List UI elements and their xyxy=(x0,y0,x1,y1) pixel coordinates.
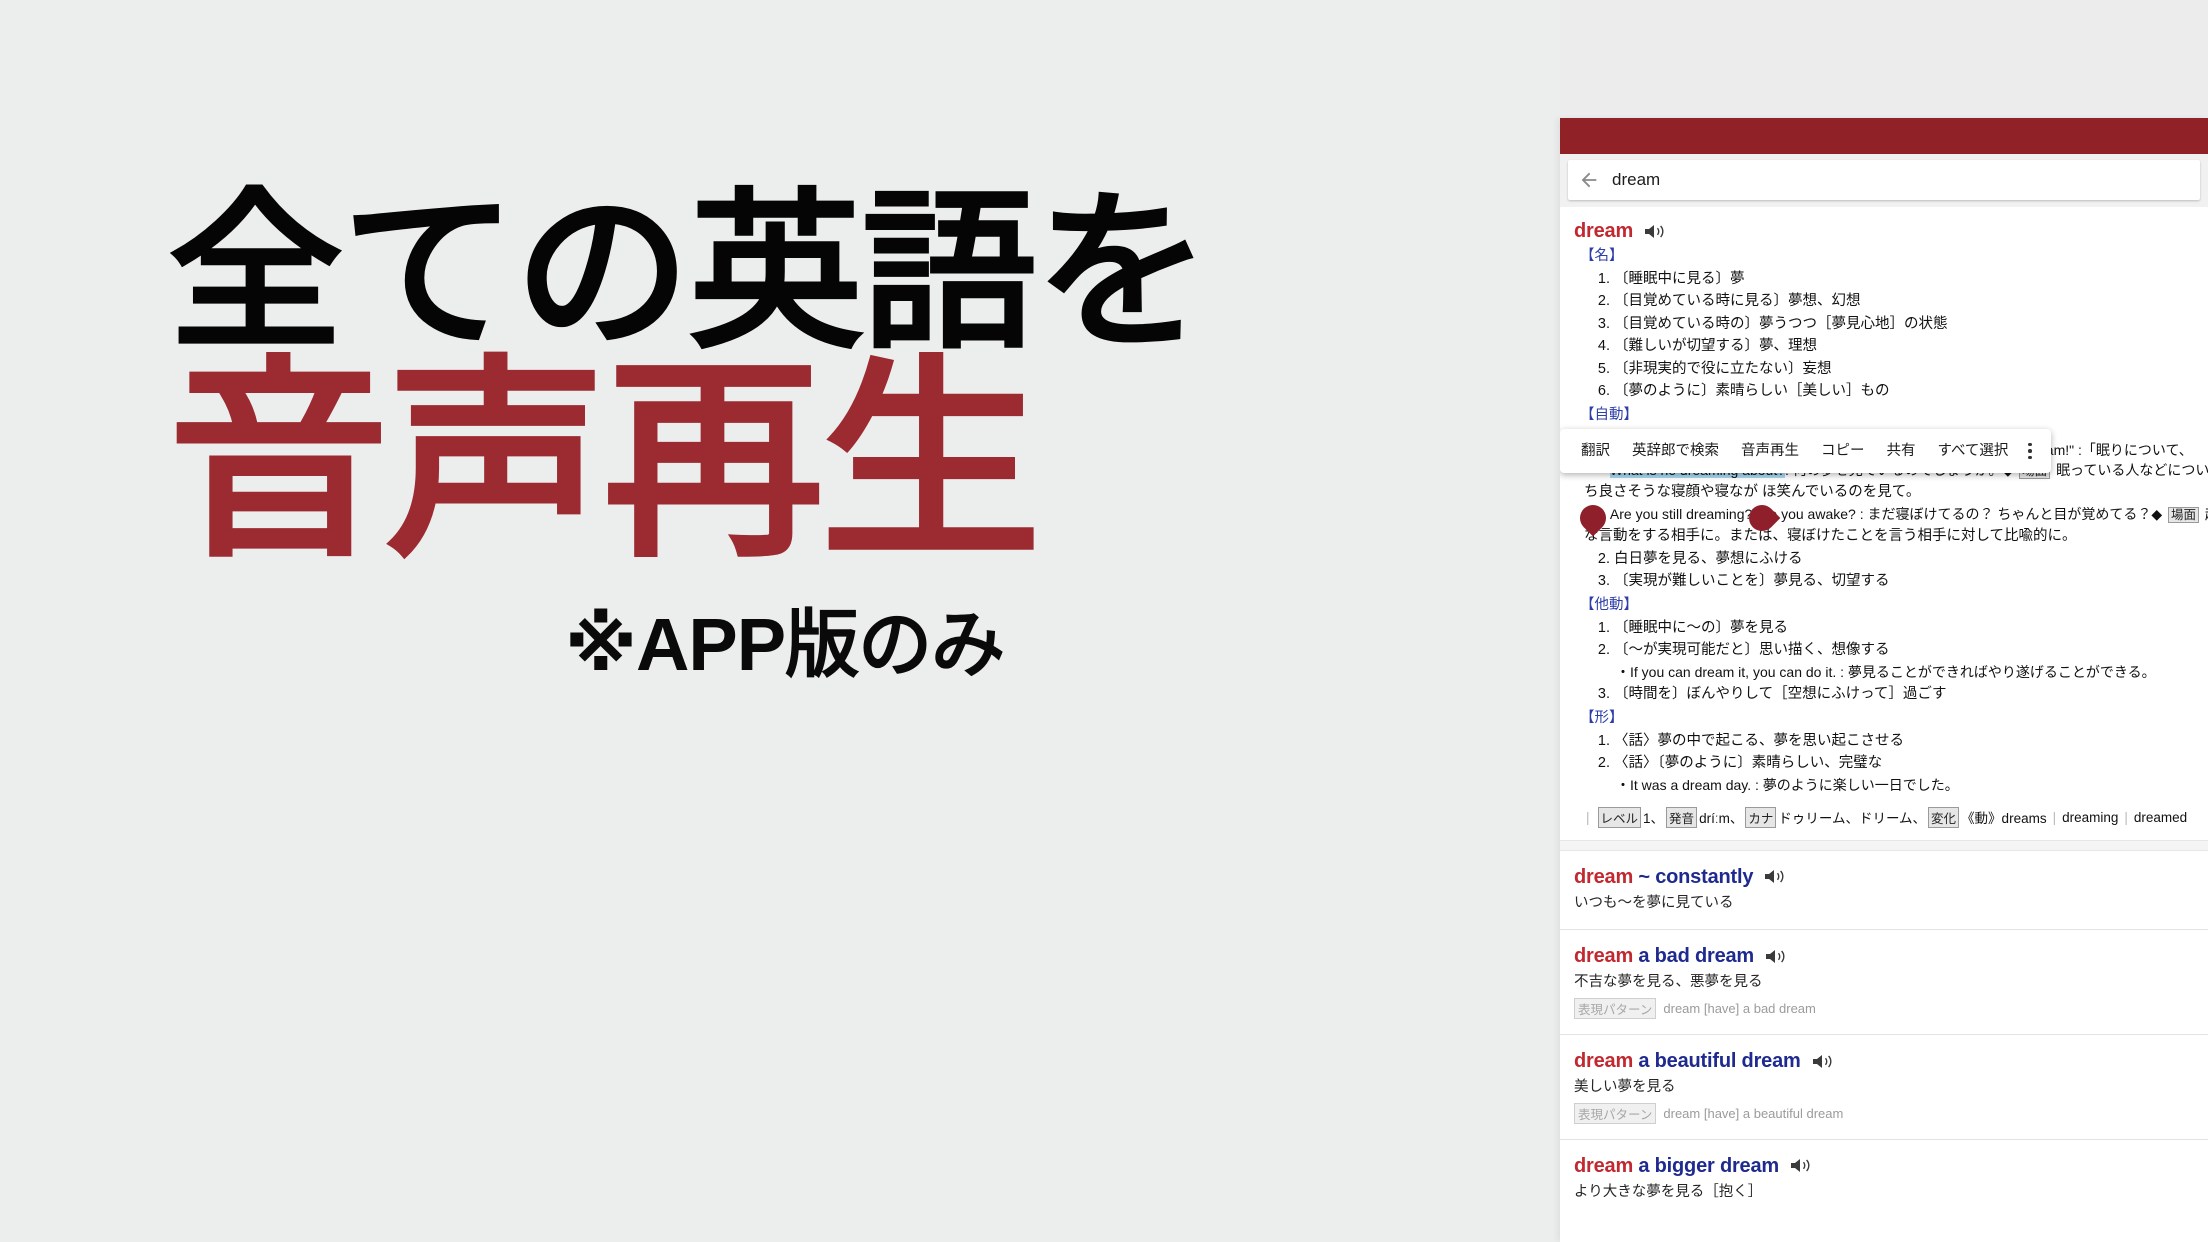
list-item: 〈話〉〔夢のように〕素晴らしい、完璧な ・It was a dream day.… xyxy=(1614,752,2194,796)
sense-text: 〔〜が実現可能だと〕思い描く、想像する xyxy=(1614,642,1890,659)
list-item: 〔時間を〕ぼんやりして［空想にふけって］過ごす xyxy=(1614,683,2194,705)
adjective-sense-list: 〈話〉夢の中で起こる、夢を思い起こさせる 〈話〉〔夢のように〕素晴らしい、完璧な… xyxy=(1592,730,2194,797)
headword-text[interactable]: dream xyxy=(1574,221,1633,241)
sub-headword-row: dream a beautiful dream xyxy=(1574,1051,2194,1071)
list-item: 〔夢のように〕素晴らしい［美しい］もの xyxy=(1614,380,2194,402)
sub-entry-translation: より大きな夢を見る［抱く］ xyxy=(1574,1183,1763,1200)
pronunciation-tag: 発音 xyxy=(1666,806,1698,828)
example-line-1-continuation: ち良さそうな寝顔や寝なが ほ笑んでいるのを見て。 xyxy=(1584,484,1921,501)
list-item[interactable]: dream a bigger dream より大きな夢を見る［抱く］ xyxy=(1560,1140,2208,1219)
intransitive-sense-list: 白日夢を見る、夢想にふける 〔実現が難しいことを〕夢見る、切望する xyxy=(1592,548,2194,593)
pos-transitive-label: 【他動】 xyxy=(1580,596,1638,613)
more-vertical-icon[interactable] xyxy=(2019,442,2045,460)
sub-entry-translation: 不吉な夢を見る、悪夢を見る xyxy=(1574,974,1763,991)
level-pronunciation-line: | レベル 1、 発音 dríːm、 カナ ドゥリーム、ドリーム、 変化 《動》… xyxy=(1580,806,2188,828)
sub-headword-row: dream a bad dream xyxy=(1574,946,2194,966)
back-arrow-icon[interactable] xyxy=(1578,169,1600,191)
list-item: 白日夢を見る、夢想にふける xyxy=(1614,548,2194,570)
context-menu-item-play-audio[interactable]: 音声再生 xyxy=(1730,444,1810,459)
situation-tag: 場面 xyxy=(2168,506,2200,523)
promo-panel: 全ての英語を 音声再生 ※APP版のみ xyxy=(0,0,1560,1242)
expression-pattern-tag: 表現パターン xyxy=(1574,1102,1657,1124)
section-divider xyxy=(1560,839,2208,851)
speaker-icon[interactable] xyxy=(1812,1054,1836,1069)
pos-intransitive-label: 【自動】 xyxy=(1580,406,1638,423)
example-line-2-continuation: な言動をする相手に。または、寝ぼけたことを言う相手に対して比喩的に。 xyxy=(1584,528,2077,545)
list-item: 〔非現実的で役に立たない〕妄想 xyxy=(1614,358,2194,380)
headword-text[interactable]: dream ~ constantly xyxy=(1574,867,1753,887)
promo-headline-line1: 全ての英語を xyxy=(168,177,1210,369)
status-bar xyxy=(1560,118,2208,154)
pronunciation-value: dríːm、 xyxy=(1699,811,1744,827)
inflection-value: 《動》dreams xyxy=(1961,811,2047,827)
list-item: 〔〜が実現可能だと〕思い描く、想像する ・If you can dream it… xyxy=(1614,639,2194,683)
headword-text[interactable]: dream a bad dream xyxy=(1574,946,1754,966)
kana-value: ドゥリーム、ドリーム、 xyxy=(1778,811,1927,827)
expression-pattern-tag: 表現パターン xyxy=(1574,998,1657,1020)
inflection-value-2: dreaming xyxy=(2062,809,2119,825)
expression-pattern-row: 表現パターン dream [have] a beautiful dream xyxy=(1574,1102,2194,1124)
search-bar-container: dream xyxy=(1560,154,2208,207)
dictionary-app-panel: dream dream 【名】 〔睡眠中に見る〕夢 〔目覚めている時に見る〕夢想… xyxy=(1560,118,2208,1242)
pos-adjective-label: 【形】 xyxy=(1580,709,1624,726)
headword-text[interactable]: dream a beautiful dream xyxy=(1574,1051,1801,1071)
noun-sense-list: 〔睡眠中に見る〕夢 〔目覚めている時に見る〕夢想、幻想 〔目覚めている時の〕夢う… xyxy=(1592,268,2194,403)
pos-noun-label: 【名】 xyxy=(1580,248,1624,264)
speaker-icon[interactable] xyxy=(1765,949,1789,964)
list-item: 〈話〉夢の中で起こる、夢を思い起こさせる xyxy=(1614,730,2194,752)
sub-headword-row: dream a bigger dream xyxy=(1574,1156,2194,1176)
sub-entry-translation: 美しい夢を見る xyxy=(1574,1079,1676,1096)
context-menu-item-translate[interactable]: 翻訳 xyxy=(1570,444,1621,459)
text-selection-context-menu[interactable]: 翻訳 英辞郎で検索 音声再生 コピー 共有 すべて選択 xyxy=(1560,429,2051,473)
context-menu-item-select-all[interactable]: すべて選択 xyxy=(1927,444,2020,459)
expression-pattern-text: dream [have] a bad dream xyxy=(1663,1001,1816,1017)
main-entry: dream 【名】 〔睡眠中に見る〕夢 〔目覚めている時に見る〕夢想、幻想 〔目… xyxy=(1560,207,2208,828)
expression-pattern-row: 表現パターン dream [have] a bad dream xyxy=(1574,998,2194,1020)
list-item[interactable]: dream ~ constantly いつも〜を夢に見ている xyxy=(1560,851,2208,930)
speaker-icon[interactable] xyxy=(1764,869,1788,884)
list-item: 〔睡眠中に〜の〕夢を見る xyxy=(1614,617,2194,639)
example-line-2: ・Are you still dreaming? Are you awake? … xyxy=(1592,504,2208,526)
divider: | xyxy=(2124,809,2128,825)
sense-text: 〈話〉〔夢のように〕素晴らしい、完璧な xyxy=(1614,755,1883,772)
search-bar[interactable]: dream xyxy=(1568,160,2200,200)
sub-headword-row: dream ~ constantly xyxy=(1574,867,2194,887)
speaker-icon[interactable] xyxy=(1644,224,1668,239)
level-tag: レベル xyxy=(1597,806,1642,828)
list-item: 〔目覚めている時の〕夢うつつ［夢見心地］の状態 xyxy=(1614,313,2194,335)
list-item: 〔目覚めている時に見る〕夢想、幻想 xyxy=(1614,290,2194,312)
promo-headline-line2: 音声再生 xyxy=(168,341,1041,582)
sub-entry-translation: いつも〜を夢に見ている xyxy=(1574,894,1734,911)
transitive-example: ・If you can dream it, you can do it. : 夢… xyxy=(1616,662,2194,684)
context-menu-item-share[interactable]: 共有 xyxy=(1876,444,1927,459)
context-menu-item-search-eijiro[interactable]: 英辞郎で検索 xyxy=(1621,444,1730,459)
adjective-example: ・It was a dream day. : 夢のように楽しい一日でした。 xyxy=(1616,775,2194,797)
expression-pattern-text: dream [have] a beautiful dream xyxy=(1663,1105,1844,1121)
list-item: 〔難しいが切望する〕夢、理想 xyxy=(1614,335,2194,357)
divider: | xyxy=(2052,809,2057,825)
results-scroll-area[interactable]: dream 【名】 〔睡眠中に見る〕夢 〔目覚めている時に見る〕夢想、幻想 〔目… xyxy=(1560,207,2208,1242)
search-input[interactable]: dream xyxy=(1612,170,1660,190)
level-value: 1、 xyxy=(1643,811,1665,827)
divider: | xyxy=(1586,809,1590,825)
inflection-value-3: dreamed xyxy=(2133,809,2188,825)
headword-text[interactable]: dream a bigger dream xyxy=(1574,1156,1779,1176)
speaker-icon[interactable] xyxy=(1790,1158,1814,1173)
list-item: 〔実現が難しいことを〕夢見る、切望する xyxy=(1614,570,2194,592)
context-menu-item-copy[interactable]: コピー xyxy=(1810,444,1876,459)
list-item[interactable]: dream a beautiful dream 美しい夢を見る 表現パターン d… xyxy=(1560,1035,2208,1139)
list-item[interactable]: dream a bad dream 不吉な夢を見る、悪夢を見る 表現パターン d… xyxy=(1560,930,2208,1034)
promo-subtitle: ※APP版のみ xyxy=(565,603,1005,686)
main-headword-row: dream xyxy=(1574,221,2194,241)
transitive-sense-list: 〔睡眠中に〜の〕夢を見る 〔〜が実現可能だと〕思い描く、想像する ・If you… xyxy=(1592,617,2194,706)
kana-tag: カナ xyxy=(1745,806,1777,828)
inflection-tag: 変化 xyxy=(1928,806,1960,828)
list-item: 〔睡眠中に見る〕夢 xyxy=(1614,268,2194,290)
